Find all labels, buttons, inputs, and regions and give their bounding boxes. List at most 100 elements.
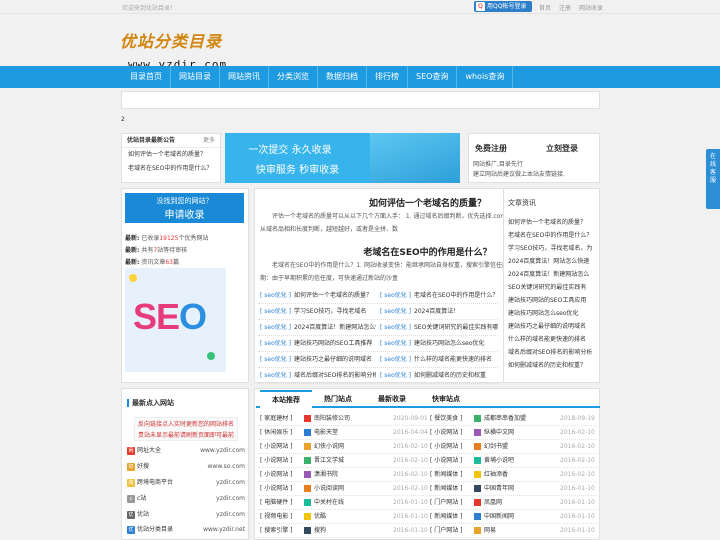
promo-banner[interactable]: 一次提交 永久收录 快审服务 秒审收录 — [225, 133, 460, 183]
online-service-button[interactable]: 在线客服 — [706, 149, 720, 209]
site-favicon-icon — [474, 471, 481, 478]
news-title: 文章资讯 — [508, 199, 536, 207]
news-item[interactable]: 学习SEO技巧，寻找老域名，为 — [508, 242, 598, 255]
news-item[interactable]: 建站技巧网站怎么seo优化 — [508, 307, 598, 320]
site-name[interactable]: 南阳装修公司 — [314, 412, 350, 426]
top-link-register[interactable]: 注册 — [559, 5, 571, 12]
site-category[interactable]: [ 餐饮美食 ] — [430, 412, 463, 426]
site-name[interactable]: 网易 — [484, 524, 496, 538]
site-name[interactable]: 凤凰网 — [484, 496, 502, 510]
site-favicon-icon — [304, 485, 311, 492]
register-note: 网站推广,目录先行 建立网站后建议做上本站友情链接. — [473, 161, 565, 178]
list-item[interactable]: 好好搜 www.so.com — [125, 459, 247, 475]
tab-popular[interactable]: 热门站点 — [324, 390, 352, 408]
table-row: [ 搜索引擎 ] 搜狗 2016-01-10[ 门户网站 ] 网易 2016-01-10 — [258, 524, 598, 538]
site-category[interactable]: [ 新闻媒体 ] — [430, 510, 463, 524]
site-name[interactable]: 幻剑书盟 — [484, 440, 508, 454]
site-favicon-icon — [304, 443, 311, 450]
site-favicon-icon — [304, 429, 311, 436]
news-item[interactable]: 2024百度算法！网站怎么快速 — [508, 255, 598, 268]
site-date: 2016-01-10 — [560, 513, 595, 520]
top-link-submit[interactable]: 网站收录 — [579, 5, 603, 12]
site-category[interactable]: [ 电脑硬件 ] — [260, 496, 293, 510]
site-logo[interactable]: 优站分类目录 — [120, 28, 222, 52]
list-item: [ seo优化 ] 域名后缀对SEO排名的影响分析[ seo优化 ] 如何删减域名的… — [258, 368, 498, 384]
site-category[interactable]: [ 视频电影 ] — [260, 510, 293, 524]
news-item[interactable]: SEO关键词研究的最佳实践有 — [508, 281, 598, 294]
site-name[interactable]: 纵横中文网 — [484, 426, 514, 440]
site-name[interactable]: 电影天堂 — [314, 426, 338, 440]
site-category[interactable]: [ 门户网站 ] — [430, 524, 463, 538]
site-name[interactable]: 优酷 — [314, 510, 326, 524]
main-nav: 目录首页 网站目录 网站资讯 分类浏览 数据归档 排行榜 SEO查询 whois… — [0, 66, 720, 88]
site-category[interactable]: [ 门户网站 ] — [430, 496, 463, 510]
site-category[interactable]: [ 搜索引擎 ] — [260, 524, 293, 538]
nav-item-directory[interactable]: 网站目录 — [171, 66, 220, 88]
seo-article-list: [ seo优化 ] 如何评估一个老域名的质量？[ seo优化 ] 老域名在SEO中的… — [258, 288, 498, 384]
table-row: [ 小说网站 ] 小说阅读网 2016-02-10[ 新闻媒体 ] 中国青年网 2016… — [258, 482, 598, 496]
list-item[interactable]: 优优站分类目录 www.yzdir.net — [125, 522, 247, 538]
news-item[interactable]: 域名后缀对SEO排名的影响分析 — [508, 346, 598, 359]
site-name[interactable]: 黄埔小说吧 — [484, 454, 514, 468]
site-favicon-icon — [474, 527, 481, 534]
nav-item-archive[interactable]: 数据归档 — [318, 66, 367, 88]
news-item[interactable]: 如何删减域名的历史和权重？ — [508, 359, 598, 372]
site-name[interactable]: 搜狗 — [314, 524, 326, 538]
notice-item[interactable]: 如何评估一个老域名的质量？ — [122, 148, 220, 162]
site-category[interactable]: [ 小说网站 ] — [260, 440, 293, 454]
nav-item-categories[interactable]: 分类浏览 — [269, 66, 318, 88]
site-name[interactable]: 小说阅读网 — [314, 482, 344, 496]
site-category[interactable]: [ 小说网站 ] — [430, 454, 463, 468]
notice-more-link[interactable]: 更多 — [203, 134, 215, 148]
nav-item-seo-query[interactable]: SEO查询 — [408, 66, 458, 88]
nav-item-ranking[interactable]: 排行榜 — [367, 66, 408, 88]
site-category[interactable]: [ 小说网站 ] — [260, 454, 293, 468]
site-category[interactable]: [ 新闻媒体 ] — [430, 482, 463, 496]
site-category[interactable]: [ 小说网站 ] — [260, 468, 293, 482]
list-item[interactable]: 跨跨境电商平台 yzdir.com — [125, 475, 247, 491]
nav-item-news[interactable]: 网站资讯 — [220, 66, 269, 88]
site-category[interactable]: [ 小说网站 ] — [430, 426, 463, 440]
site-name[interactable]: 幻侠小说网 — [314, 440, 344, 454]
news-item[interactable]: 老域名在SEO中的作用是什么？ — [508, 229, 598, 242]
site-name[interactable]: 中国青年网 — [484, 482, 514, 496]
notice-panel: 优站目录最新公告 更多 如何评估一个老域名的质量？ 老域名在SEO中的作用是什么？ — [121, 133, 221, 183]
list-item[interactable]: c c站 yzdir.com — [125, 491, 247, 507]
site-name[interactable]: 成都串串香加盟 — [484, 412, 526, 426]
top-link-home[interactable]: 首页 — [539, 5, 551, 12]
site-category[interactable]: [ 小说网站 ] — [260, 482, 293, 496]
site-category[interactable]: [ 小说网站 ] — [430, 440, 463, 454]
news-item[interactable]: 什么样的域名能更快速的排名 — [508, 333, 598, 346]
news-item[interactable]: 建站技巧网站的SEO工具应用 — [508, 294, 598, 307]
site-name[interactable]: 晋江文学城 — [314, 454, 344, 468]
site-name[interactable]: 中国新闻网 — [484, 510, 514, 524]
notice-item[interactable]: 老域名在SEO中的作用是什么？ — [122, 162, 220, 176]
site-category[interactable]: [ 家庭建材 ] — [260, 412, 293, 426]
site-name[interactable]: 潇湘书院 — [314, 468, 338, 482]
tab-fast-review[interactable]: 快审站点 — [432, 390, 460, 408]
tab-latest[interactable]: 最新收录 — [378, 390, 406, 408]
list-item[interactable]: 优优站 yzdir.com — [125, 507, 247, 523]
news-item[interactable]: 2024百度算法！新建网站怎么 — [508, 268, 598, 281]
site-category[interactable]: [ 休闲娱乐 ] — [260, 426, 293, 440]
table-row: [ 休闲娱乐 ] 电影天堂 2016-04-04[ 小说网站 ] 纵横中文网 2016-… — [258, 426, 598, 440]
register-button[interactable]: 免费注册 — [475, 143, 507, 154]
site-category[interactable]: [ 新闻媒体 ] — [430, 468, 463, 482]
list-item[interactable]: 网网址大全 www.yzdir.com — [125, 443, 247, 459]
marker-text: 2 — [121, 116, 125, 123]
nav-item-home[interactable]: 目录首页 — [122, 66, 171, 88]
site-name[interactable]: 中关村在线 — [314, 496, 344, 510]
site-favicon-icon — [304, 415, 311, 422]
qq-login-button[interactable]: Q 用QQ帐号登录 — [474, 1, 532, 12]
site-icon: c — [127, 495, 135, 503]
site-date: 2016-01-10 — [393, 527, 428, 534]
login-button[interactable]: 立刻登录 — [546, 143, 578, 154]
tab-recommended[interactable]: 本站推荐 — [260, 390, 312, 408]
nav-item-whois[interactable]: whois查询 — [457, 66, 514, 88]
news-item[interactable]: 建站技巧之最仔细的说明域名 — [508, 320, 598, 333]
apply-submit-button[interactable]: 没找到您的网站？ 申请收录 — [125, 193, 244, 223]
site-favicon-icon — [304, 471, 311, 478]
site-date: 2016-02-10 — [393, 457, 428, 464]
site-name[interactable]: 红袖添香 — [484, 468, 508, 482]
news-item[interactable]: 如何评估一个老域名的质量？ — [508, 216, 598, 229]
